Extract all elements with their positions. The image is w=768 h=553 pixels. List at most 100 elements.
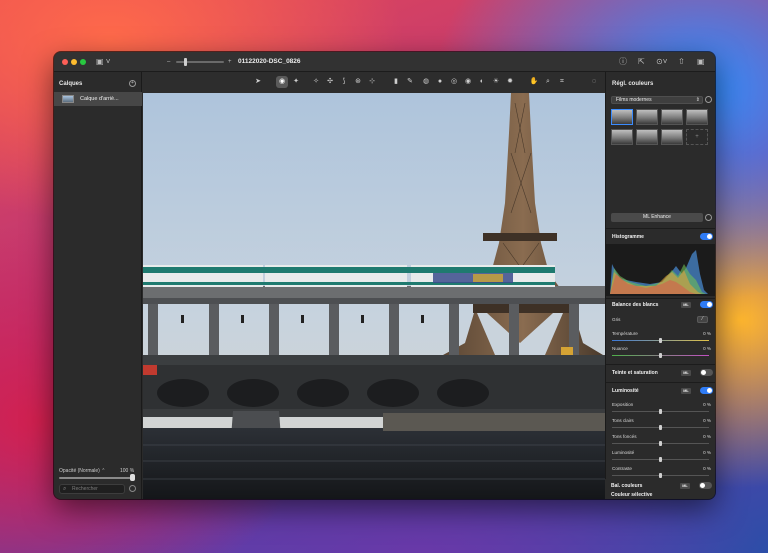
hue-saturation-toggle[interactable] bbox=[700, 369, 713, 376]
divider bbox=[606, 228, 715, 229]
pencil-icon[interactable]: ✎ bbox=[404, 76, 416, 88]
layer-thumbnail bbox=[62, 95, 74, 103]
white-balance-title: Balance des blancs bbox=[612, 302, 659, 308]
shadows-value: 0 % bbox=[703, 434, 711, 439]
title-bar: ▣ ˅ – + 01122020-DSC_0826 ⓘ ⇱ ⊙˅ ⇧ ▣ bbox=[54, 52, 715, 72]
eyedropper-icon[interactable]: ⁄ bbox=[697, 316, 708, 323]
color-picker-icon[interactable]: ◌ bbox=[588, 76, 600, 88]
inspector-toggle-icon[interactable]: ▣ bbox=[697, 52, 705, 72]
preset-dropdown[interactable]: Films modernes ⇕ bbox=[611, 96, 703, 104]
share-icon[interactable]: ⇧ bbox=[678, 52, 685, 72]
exposure-value: 0 % bbox=[703, 402, 711, 407]
minimize-window-button[interactable] bbox=[71, 59, 77, 65]
temperature-value: 0 % bbox=[703, 331, 711, 336]
tools-toolbar: ➤ ◉ ✦ ✧ ✣ ⟆ ⊛ ⊹ ▮ ✎ ◍ ● ◎ ◉ ◐ ☀ ✹ ✋ ⌕ ⌗ ◌ bbox=[142, 72, 605, 93]
gray-label: Gris bbox=[612, 317, 621, 322]
close-window-button[interactable] bbox=[62, 59, 68, 65]
histogram-title: Histogramme bbox=[612, 234, 644, 240]
layer-name: Calque d'arriè... bbox=[80, 96, 119, 102]
preset-thumbnail[interactable] bbox=[661, 109, 683, 125]
opacity-label[interactable]: Opacité (Normale) ⌃ bbox=[59, 468, 105, 474]
hue-saturation-ml-button[interactable]: ML bbox=[681, 370, 691, 376]
search-placeholder: Rechercher bbox=[72, 486, 98, 492]
eraser-icon[interactable]: ◍ bbox=[420, 76, 432, 88]
zoom-slider-knob[interactable] bbox=[184, 58, 187, 66]
search-icon: ⌕ bbox=[63, 486, 67, 492]
brightness-slider-knob[interactable] bbox=[659, 457, 662, 462]
contrast-slider-knob[interactable] bbox=[659, 473, 662, 478]
shadows-label: Tons foncés bbox=[612, 434, 637, 439]
blur-icon[interactable]: ● bbox=[434, 76, 446, 88]
photo-eiffel-tower-bridge bbox=[143, 93, 605, 499]
selective-color-row: Couleur sélective bbox=[605, 492, 715, 499]
ml-enhance-button[interactable]: ML Enhance bbox=[611, 213, 703, 222]
preset-thumbnail[interactable] bbox=[636, 129, 658, 145]
layer-search-input[interactable]: ⌕ Rechercher bbox=[59, 484, 125, 494]
preset-thumbnail[interactable] bbox=[611, 109, 633, 125]
more-options-icon[interactable]: ⊙˅ bbox=[656, 52, 667, 72]
sidebar-toggle-icon[interactable]: ▣ ˅ bbox=[96, 52, 110, 72]
histogram-graph bbox=[606, 244, 715, 296]
preset-thumbnail[interactable] bbox=[636, 109, 658, 125]
opacity-slider[interactable] bbox=[59, 477, 135, 479]
hue-saturation-title: Teinte et saturation bbox=[612, 370, 658, 376]
color-adjustments-panel: Régl. couleurs Films modernes ⇕ + ML Enh… bbox=[605, 72, 715, 499]
opacity-slider-knob[interactable] bbox=[130, 474, 135, 481]
luminosity-toggle[interactable] bbox=[700, 387, 713, 394]
image-canvas[interactable] bbox=[143, 93, 605, 499]
luminosity-ml-button[interactable]: ML bbox=[681, 388, 691, 394]
zoom-in-icon[interactable]: + bbox=[228, 52, 232, 72]
quick-selection-icon[interactable]: ✣ bbox=[324, 76, 336, 88]
add-preset-icon[interactable]: + bbox=[686, 129, 708, 145]
crop-icon[interactable]: ⌗ bbox=[556, 76, 568, 88]
preset-thumbnail[interactable] bbox=[661, 129, 683, 145]
preset-dropdown-value: Films modernes bbox=[616, 97, 652, 103]
tint-value: 0 % bbox=[703, 346, 711, 351]
highlights-slider-knob[interactable] bbox=[659, 425, 662, 430]
zoom-icon[interactable]: ⌕ bbox=[542, 76, 554, 88]
contrast-label: Contraste bbox=[612, 466, 632, 471]
zoom-out-icon[interactable]: – bbox=[167, 52, 170, 72]
temperature-slider-knob[interactable] bbox=[659, 338, 662, 343]
preset-thumbnail[interactable] bbox=[686, 109, 708, 125]
select-arrow-icon[interactable]: ➤ bbox=[252, 76, 264, 88]
burn-icon[interactable]: ☀ bbox=[490, 76, 502, 88]
document-title: 01122020-DSC_0826 bbox=[238, 58, 301, 65]
color-balance-title: Bal. couleurs bbox=[611, 483, 643, 489]
export-icon[interactable]: ⇱ bbox=[638, 52, 645, 72]
exposure-label: Exposition bbox=[612, 402, 634, 407]
white-balance-ml-button[interactable]: ML bbox=[681, 302, 691, 308]
layers-heading: Calques bbox=[59, 81, 83, 87]
add-layer-icon[interactable]: + bbox=[129, 80, 136, 87]
preset-thumbnail[interactable] bbox=[611, 129, 633, 145]
maximize-window-button[interactable] bbox=[80, 59, 86, 65]
dodge-icon[interactable]: ◐ bbox=[476, 76, 488, 88]
lasso-icon[interactable]: ✧ bbox=[310, 76, 322, 88]
app-window: ▣ ˅ – + 01122020-DSC_0826 ⓘ ⇱ ⊙˅ ⇧ ▣ Cal… bbox=[54, 52, 715, 499]
ml-enhance-options-icon[interactable] bbox=[705, 214, 712, 221]
layer-row[interactable]: Calque d'arriè... bbox=[54, 92, 142, 106]
info-icon[interactable]: ⓘ bbox=[619, 52, 627, 72]
tint-label: Nuance bbox=[612, 346, 628, 351]
shadows-slider-knob[interactable] bbox=[659, 441, 662, 446]
divider bbox=[606, 298, 715, 299]
paint-tool-icon[interactable]: ◉ bbox=[276, 76, 288, 88]
hand-icon[interactable]: ✋ bbox=[528, 76, 540, 88]
healing-icon[interactable]: ⊹ bbox=[366, 76, 378, 88]
filter-icon[interactable] bbox=[129, 485, 136, 492]
temperature-label: Température bbox=[612, 331, 638, 336]
gradient-icon[interactable]: ▮ bbox=[390, 76, 402, 88]
sharpen-icon[interactable]: ◎ bbox=[448, 76, 460, 88]
clone-icon[interactable]: ⊛ bbox=[352, 76, 364, 88]
exposure-slider-knob[interactable] bbox=[659, 409, 662, 414]
color-balance-ml-button[interactable]: ML bbox=[680, 483, 690, 489]
brush-icon[interactable]: ⟆ bbox=[338, 76, 350, 88]
sponge-icon[interactable]: ✹ bbox=[504, 76, 516, 88]
histogram-toggle[interactable] bbox=[700, 233, 713, 240]
smudge-icon[interactable]: ◉ bbox=[462, 76, 474, 88]
preset-options-icon[interactable] bbox=[705, 96, 712, 103]
color-balance-toggle[interactable] bbox=[699, 482, 712, 489]
magic-wand-icon[interactable]: ✦ bbox=[290, 76, 302, 88]
white-balance-toggle[interactable] bbox=[700, 301, 713, 308]
tint-slider-knob[interactable] bbox=[659, 353, 662, 358]
